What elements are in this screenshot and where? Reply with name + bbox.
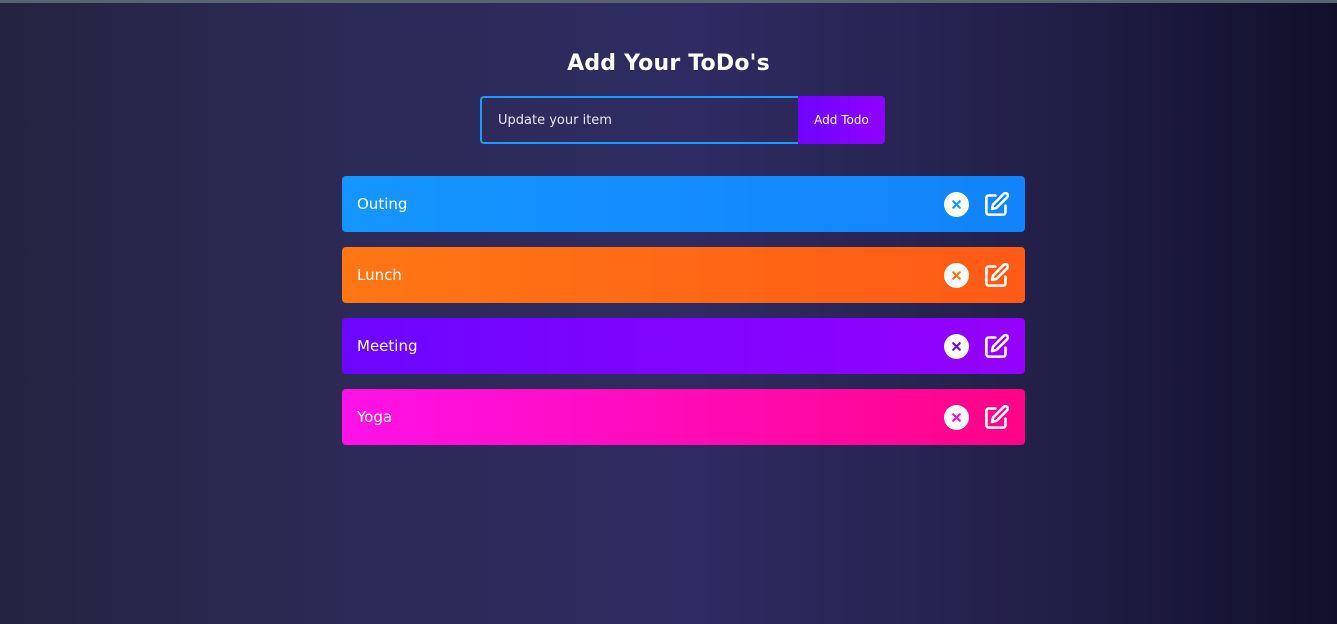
delete-icon[interactable] xyxy=(944,333,969,359)
delete-icon[interactable] xyxy=(944,262,969,288)
todo-item-text: Lunch xyxy=(357,266,402,284)
todo-form: Add Todo xyxy=(480,96,885,144)
edit-icon[interactable] xyxy=(983,191,1010,218)
todo-item-actions xyxy=(944,333,1010,360)
window-top-border xyxy=(0,0,1337,3)
add-todo-button[interactable]: Add Todo xyxy=(798,96,885,144)
todo-item: Lunch xyxy=(342,247,1025,303)
todo-item: Yoga xyxy=(342,389,1025,445)
page-title: Add Your ToDo's xyxy=(567,50,770,76)
edit-icon[interactable] xyxy=(983,404,1010,431)
delete-icon[interactable] xyxy=(944,191,969,217)
todo-item-actions xyxy=(944,404,1010,431)
delete-icon[interactable] xyxy=(944,404,969,430)
todo-item: Meeting xyxy=(342,318,1025,374)
todo-item-actions xyxy=(944,191,1010,218)
todo-item-actions xyxy=(944,262,1010,289)
todo-list: Outing Lunch Meeting Yoga xyxy=(342,176,1025,460)
edit-icon[interactable] xyxy=(983,333,1010,360)
edit-icon[interactable] xyxy=(983,262,1010,289)
todo-item-text: Outing xyxy=(357,195,408,213)
todo-item-text: Meeting xyxy=(357,337,418,355)
todo-input[interactable] xyxy=(480,96,798,144)
todo-item-text: Yoga xyxy=(357,408,393,426)
todo-item: Outing xyxy=(342,176,1025,232)
